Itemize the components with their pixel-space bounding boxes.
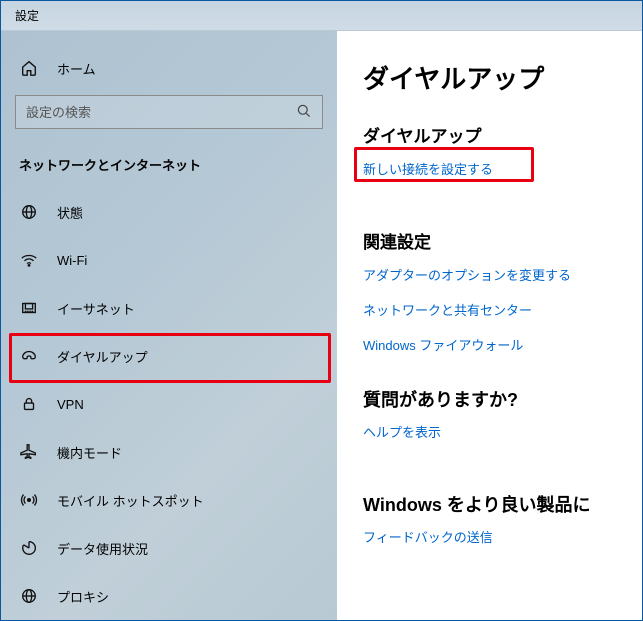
sidebar-item-vpn[interactable]: VPN	[1, 380, 337, 428]
sidebar-home[interactable]: ホーム	[1, 49, 337, 87]
section-help-heading: 質問がありますか?	[363, 386, 616, 412]
section-feedback-heading: Windows をより良い製品に	[363, 491, 616, 517]
settings-window: 設定 ホーム ネットワークとインターネット	[0, 0, 643, 621]
sidebar-item-label: モバイル ホットスポット	[57, 491, 204, 510]
wifi-icon	[19, 251, 39, 269]
sidebar-item-hotspot[interactable]: モバイル ホットスポット	[1, 476, 337, 524]
dialup-icon	[19, 347, 39, 365]
section-dialup-heading: ダイヤルアップ	[363, 122, 616, 147]
search-icon	[296, 103, 312, 122]
sidebar-item-label: VPN	[57, 397, 84, 412]
sidebar-item-label: プロキシ	[57, 587, 109, 606]
search-input[interactable]	[26, 105, 296, 120]
window-title: 設定	[15, 7, 39, 24]
proxy-icon	[19, 587, 39, 605]
sidebar: ホーム ネットワークとインターネット 状態	[1, 31, 337, 620]
home-icon	[19, 59, 39, 77]
link-sharing-center[interactable]: ネットワークと共有センター	[363, 300, 616, 319]
section-help: 質問がありますか? ヘルプを表示	[363, 386, 616, 459]
datausage-icon	[19, 539, 39, 557]
sidebar-item-label: 機内モード	[57, 443, 122, 462]
sidebar-item-status[interactable]: 状態	[1, 188, 337, 236]
section-feedback: Windows をより良い製品に フィードバックの送信	[363, 491, 616, 564]
sidebar-item-wifi[interactable]: Wi-Fi	[1, 236, 337, 284]
sidebar-home-label: ホーム	[57, 59, 96, 78]
section-dialup: ダイヤルアップ 新しい接続を設定する	[363, 122, 616, 196]
sidebar-item-label: 状態	[57, 203, 83, 222]
hotspot-icon	[19, 491, 39, 509]
sidebar-item-label: データ使用状況	[57, 539, 148, 558]
sidebar-item-label: イーサネット	[57, 299, 135, 318]
sidebar-item-datausage[interactable]: データ使用状況	[1, 524, 337, 572]
airplane-icon	[19, 443, 39, 461]
section-related-heading: 関連設定	[363, 228, 616, 253]
page-title: ダイヤルアップ	[363, 59, 616, 96]
window-body: ホーム ネットワークとインターネット 状態	[1, 31, 642, 620]
sidebar-item-airplane[interactable]: 機内モード	[1, 428, 337, 476]
sidebar-item-label: Wi-Fi	[57, 253, 87, 268]
sidebar-item-proxy[interactable]: プロキシ	[1, 572, 337, 620]
content-pane: ダイヤルアップ ダイヤルアップ 新しい接続を設定する 関連設定 アダプターのオプ…	[337, 31, 642, 620]
sidebar-item-label: ダイヤルアップ	[57, 347, 148, 366]
link-adapter-options[interactable]: アダプターのオプションを変更する	[363, 265, 616, 284]
ethernet-icon	[19, 299, 39, 317]
sidebar-nav: 状態 Wi-Fi イーサネット	[1, 188, 337, 620]
search-wrap	[1, 87, 337, 143]
link-help[interactable]: ヘルプを表示	[363, 422, 441, 441]
link-feedback[interactable]: フィードバックの送信	[363, 527, 493, 546]
status-icon	[19, 203, 39, 221]
search-box[interactable]	[15, 95, 323, 129]
sidebar-item-dialup[interactable]: ダイヤルアップ	[1, 332, 337, 380]
sidebar-category: ネットワークとインターネット	[1, 143, 337, 188]
titlebar: 設定	[1, 1, 642, 31]
link-new-connection[interactable]: 新しい接続を設定する	[363, 159, 493, 178]
related-links: アダプターのオプションを変更する ネットワークと共有センター Windows フ…	[363, 265, 616, 354]
link-firewall[interactable]: Windows ファイアウォール	[363, 335, 616, 354]
section-related: 関連設定 アダプターのオプションを変更する ネットワークと共有センター Wind…	[363, 228, 616, 354]
vpn-icon	[19, 395, 39, 413]
sidebar-item-ethernet[interactable]: イーサネット	[1, 284, 337, 332]
